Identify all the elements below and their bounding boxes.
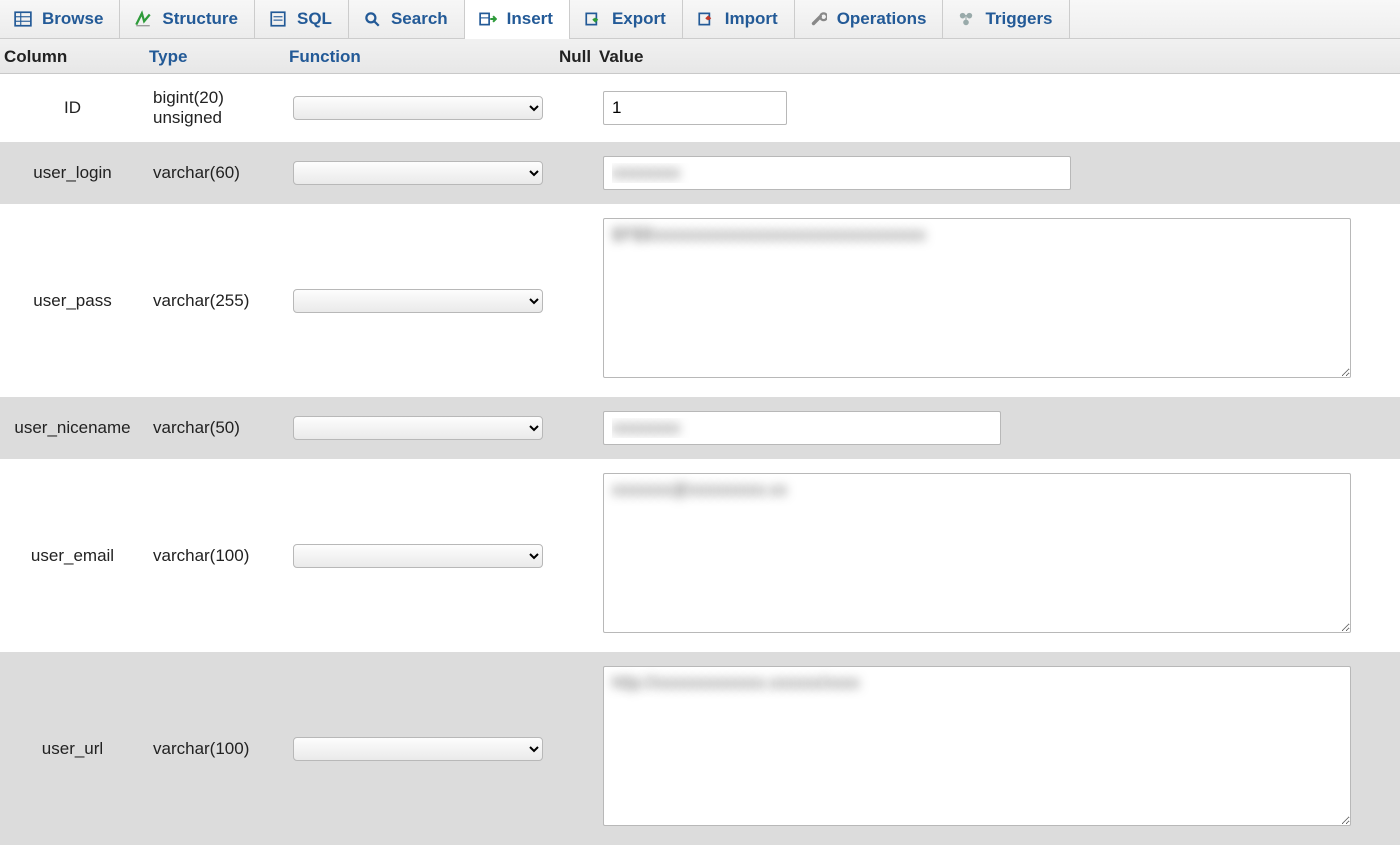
column-name: user_nicename	[0, 397, 145, 459]
column-name: user_pass	[0, 204, 145, 397]
tab-label: Operations	[837, 9, 927, 29]
function-cell	[285, 459, 555, 652]
value-input-ID[interactable]	[603, 91, 787, 125]
nav-tabs: Browse Structure SQL Search Insert Export Impo…	[0, 0, 1400, 39]
function-cell	[285, 397, 555, 459]
null-cell	[555, 459, 595, 652]
tab-label: Insert	[507, 9, 553, 29]
function-select[interactable]	[293, 416, 543, 440]
function-cell	[285, 652, 555, 845]
tab-operations[interactable]: Operations	[795, 0, 944, 38]
tab-label: Export	[612, 9, 666, 29]
tab-structure[interactable]: Structure	[120, 0, 255, 38]
value-cell	[595, 142, 1400, 204]
value-input-user_nicename[interactable]	[603, 411, 1001, 445]
table-row: user_loginvarchar(60)	[0, 142, 1400, 204]
tab-label: SQL	[297, 9, 332, 29]
search-icon	[363, 10, 381, 28]
table-row: IDbigint(20) unsigned	[0, 74, 1400, 143]
table-icon	[14, 10, 32, 28]
function-select[interactable]	[293, 737, 543, 761]
column-type: varchar(100)	[145, 459, 285, 652]
column-type: varchar(50)	[145, 397, 285, 459]
header-column: Column	[0, 39, 145, 74]
function-select[interactable]	[293, 544, 543, 568]
triggers-icon	[957, 10, 975, 28]
column-name: user_url	[0, 652, 145, 845]
value-input-user_email[interactable]	[603, 473, 1351, 633]
tab-search[interactable]: Search	[349, 0, 465, 38]
insert-form-table: Column Type Function Null Value IDbigint…	[0, 39, 1400, 845]
value-cell	[595, 74, 1400, 143]
column-type: varchar(60)	[145, 142, 285, 204]
column-type: varchar(100)	[145, 652, 285, 845]
null-cell	[555, 142, 595, 204]
sql-icon	[269, 10, 287, 28]
null-cell	[555, 397, 595, 459]
column-name: user_login	[0, 142, 145, 204]
header-value: Value	[595, 39, 1400, 74]
column-type: varchar(255)	[145, 204, 285, 397]
tab-label: Triggers	[985, 9, 1052, 29]
null-cell	[555, 74, 595, 143]
tab-label: Import	[725, 9, 778, 29]
value-cell	[595, 204, 1400, 397]
tab-triggers[interactable]: Triggers	[943, 0, 1069, 38]
column-name: ID	[0, 74, 145, 143]
import-icon	[697, 10, 715, 28]
header-type[interactable]: Type	[145, 39, 285, 74]
header-function[interactable]: Function	[285, 39, 555, 74]
function-select[interactable]	[293, 161, 543, 185]
function-cell	[285, 74, 555, 143]
tab-label: Browse	[42, 9, 103, 29]
table-row: user_nicenamevarchar(50)	[0, 397, 1400, 459]
column-name: user_email	[0, 459, 145, 652]
tab-insert[interactable]: Insert	[465, 0, 570, 38]
table-row: user_passvarchar(255)	[0, 204, 1400, 397]
insert-icon	[479, 10, 497, 28]
function-select[interactable]	[293, 96, 543, 120]
header-null: Null	[555, 39, 595, 74]
tab-sql[interactable]: SQL	[255, 0, 349, 38]
table-row: user_urlvarchar(100)	[0, 652, 1400, 845]
value-cell	[595, 397, 1400, 459]
table-row: user_emailvarchar(100)	[0, 459, 1400, 652]
tab-export[interactable]: Export	[570, 0, 683, 38]
value-input-user_pass[interactable]	[603, 218, 1351, 378]
tab-label: Search	[391, 9, 448, 29]
tab-browse[interactable]: Browse	[0, 0, 120, 38]
value-input-user_url[interactable]	[603, 666, 1351, 826]
value-cell	[595, 652, 1400, 845]
tab-label: Structure	[162, 9, 238, 29]
null-cell	[555, 652, 595, 845]
export-icon	[584, 10, 602, 28]
null-cell	[555, 204, 595, 397]
structure-icon	[134, 10, 152, 28]
value-input-user_login[interactable]	[603, 156, 1071, 190]
value-cell	[595, 459, 1400, 652]
column-type: bigint(20) unsigned	[145, 74, 285, 143]
function-cell	[285, 204, 555, 397]
function-cell	[285, 142, 555, 204]
tab-import[interactable]: Import	[683, 0, 795, 38]
function-select[interactable]	[293, 289, 543, 313]
operations-icon	[809, 10, 827, 28]
